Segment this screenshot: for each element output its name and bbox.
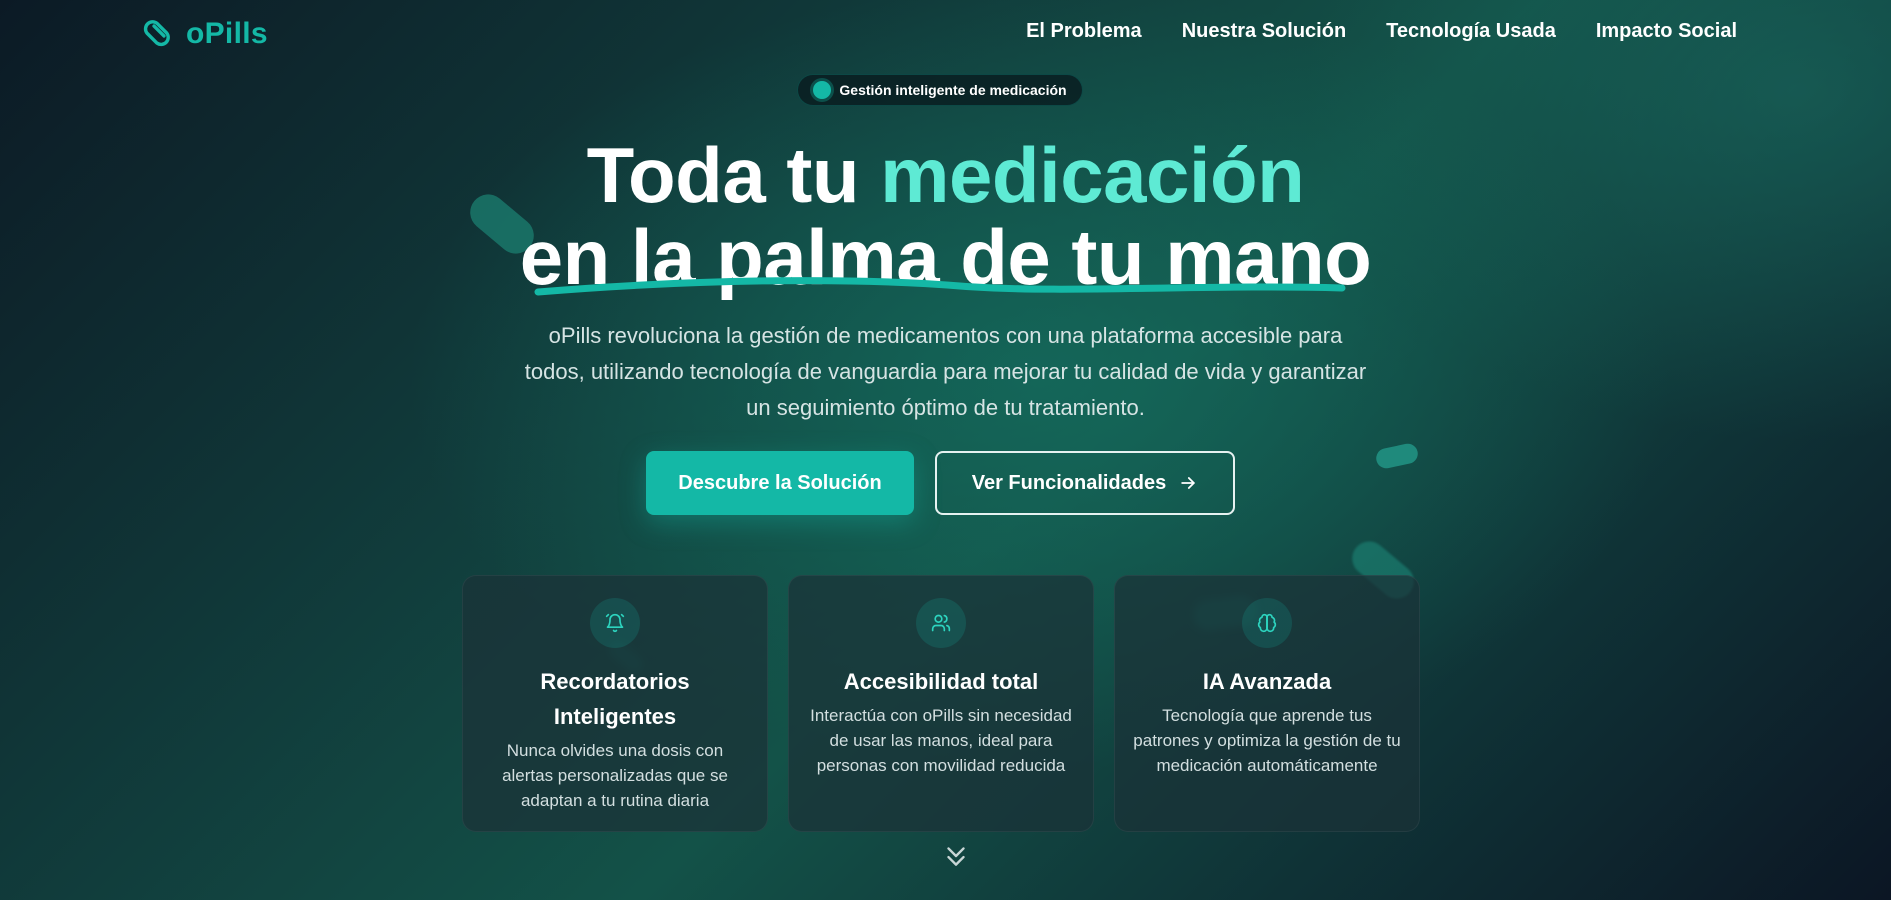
pill-icon [142,14,176,53]
nav-link-el-problema[interactable]: El Problema [1026,20,1142,43]
feature-description: Nunca olvides una dosis con alertas pers… [502,741,728,810]
top-navigation: oPills El Problema Nuestra Solución Tecn… [0,0,1891,66]
hero-description: oPills revoluciona la gestión de medicam… [524,323,1367,420]
feature-title: Accesibilidad total [843,669,1039,694]
view-features-label: Ver Funcionalidades [971,471,1167,494]
title-underline-swoosh [534,277,1346,296]
feature-description: Interactúa con oPills sin necesidad de u… [810,706,1072,775]
nav-link-impacto-social[interactable]: Impacto Social [1596,20,1737,43]
feature-title: IA Avanzada [1202,669,1332,694]
hero-title-part-1: Toda tu [586,131,881,219]
feature-card-reminders: Recordatorios Inteligentes Nunca olvides… [462,575,768,832]
brand-logo[interactable]: oPills [142,14,268,53]
brain-icon [1242,598,1292,648]
feature-card-accessibility: Accesibilidad total Interactúa con oPill… [788,575,1094,832]
hero-badge: Gestión inteligente de medicación [797,74,1083,106]
chevrons-down-icon[interactable] [943,842,969,870]
view-features-button[interactable]: Ver Funcionalidades [935,451,1235,515]
users-icon [916,598,966,648]
hero-title-line-1: Toda tu medicación [0,136,1891,216]
decorative-pill-shape [1374,441,1420,471]
feature-description: Tecnología que aprende tus patrones y op… [1133,706,1401,775]
discover-solution-button[interactable]: Descubre la Solución [646,451,914,515]
badge-label: Gestión inteligente de medicación [839,82,1067,98]
nav-link-tecnologia-usada[interactable]: Tecnología Usada [1386,20,1556,43]
nav-links: El Problema Nuestra Solución Tecnología … [1026,20,1737,43]
arrow-right-icon [1181,477,1195,489]
bell-icon [590,598,640,648]
hero-title-accent: medicación [880,131,1305,219]
status-dot-icon [813,81,832,99]
nav-link-nuestra-solucion[interactable]: Nuestra Solución [1182,20,1346,43]
feature-card-ai: IA Avanzada Tecnología que aprende tus p… [1114,575,1420,832]
feature-cards: Recordatorios Inteligentes Nunca olvides… [462,575,1420,832]
brand-name: oPills [186,16,268,50]
feature-title: Recordatorios Inteligentes [540,669,690,729]
